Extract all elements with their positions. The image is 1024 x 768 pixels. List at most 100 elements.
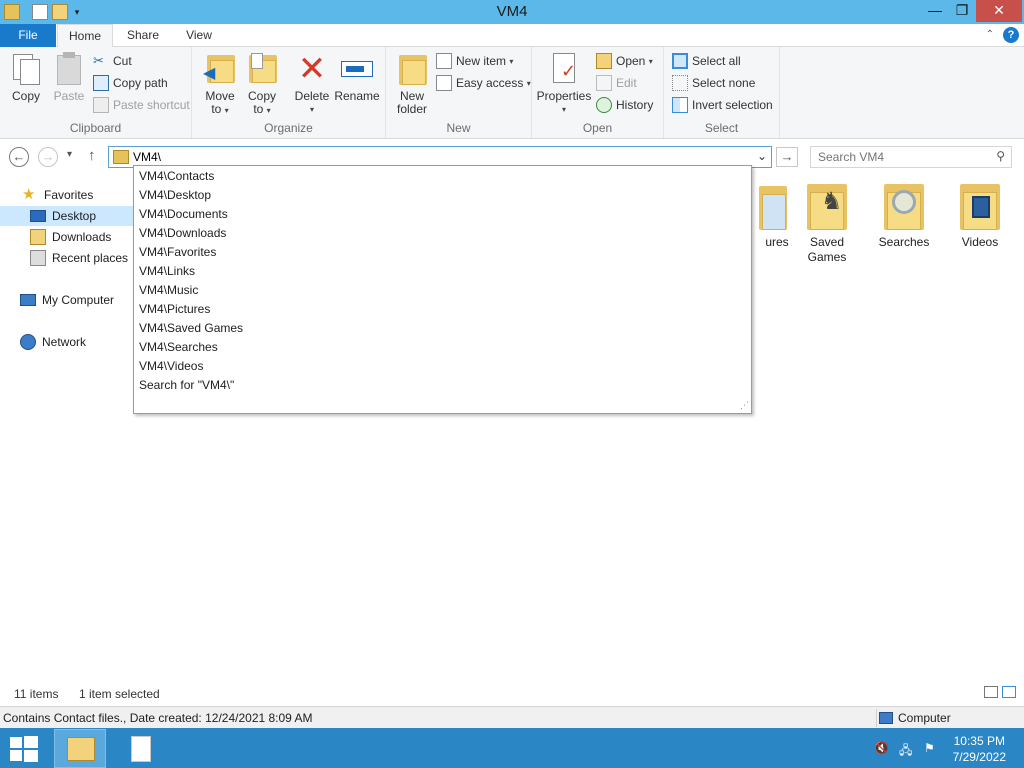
nav-my-computer[interactable]: My Computer: [0, 290, 152, 310]
saved-games-label-2: Games: [807, 250, 847, 264]
back-button[interactable]: ←: [9, 147, 29, 167]
suggestion-item[interactable]: VM4\Videos: [139, 357, 203, 376]
paste-shortcut-button[interactable]: Paste shortcut: [93, 95, 190, 115]
restore-button[interactable]: ❐: [949, 0, 975, 22]
go-button[interactable]: →: [776, 147, 798, 167]
suggestion-item[interactable]: VM4\Music: [139, 281, 198, 300]
folder-item-videos[interactable]: Videos: [945, 182, 1015, 250]
nav-desktop[interactable]: Desktop: [0, 206, 152, 226]
paste-button[interactable]: Paste: [50, 51, 88, 103]
properties-button[interactable]: ✓ Properties ▾: [536, 51, 592, 116]
copy-path-button[interactable]: Copy path: [93, 73, 168, 93]
folder-item-saved-games[interactable]: ♞ Saved Games: [792, 182, 862, 265]
suggestion-item[interactable]: VM4\Favorites: [139, 243, 216, 262]
help-icon[interactable]: ?: [1003, 27, 1019, 43]
clipboard-group: Copy Paste ✂ Cut Copy path Paste shortcu…: [0, 47, 192, 138]
view-toggle: [980, 686, 1016, 698]
copy-to-dropdown-icon: ▾: [266, 106, 271, 115]
taskbar-file-explorer[interactable]: [54, 729, 106, 768]
volume-muted-icon[interactable]: 🔇: [874, 741, 890, 755]
delete-button[interactable]: ✕ Delete ▾: [292, 51, 332, 116]
tab-view[interactable]: View: [174, 24, 224, 47]
suggestion-item[interactable]: VM4\Desktop: [139, 186, 211, 205]
paste-label: Paste: [53, 89, 85, 103]
nav-downloads[interactable]: Downloads: [0, 227, 152, 247]
open-dropdown-icon: ▾: [648, 56, 653, 66]
address-input[interactable]: [133, 149, 733, 165]
folder-item-searches[interactable]: Searches: [869, 182, 939, 250]
tab-home[interactable]: Home: [57, 24, 113, 48]
large-icons-view-icon[interactable]: [1002, 686, 1016, 698]
suggestion-item[interactable]: VM4\Downloads: [139, 224, 226, 243]
paste-icon: [52, 51, 86, 87]
invert-selection-icon: [672, 97, 688, 113]
resize-grip-icon[interactable]: ⋰: [740, 400, 749, 411]
details-view-icon[interactable]: [984, 686, 998, 698]
nav-recent-places[interactable]: Recent places: [0, 248, 152, 268]
start-windows-icon[interactable]: [10, 736, 38, 762]
copy-label: Copy: [11, 89, 40, 103]
nav-network[interactable]: Network: [0, 332, 152, 352]
copy-to-button[interactable]: Copy to ▾: [244, 51, 280, 117]
select-none-button[interactable]: Select none: [672, 73, 755, 93]
clock-time: 10:35 PM: [953, 734, 1005, 748]
suggestion-item[interactable]: VM4\Searches: [139, 338, 218, 357]
edit-button[interactable]: Edit: [596, 73, 637, 93]
taskbar-document[interactable]: [116, 729, 168, 768]
forward-button[interactable]: →: [38, 147, 58, 167]
network-tray-icon[interactable]: 🖧: [899, 741, 915, 757]
clock[interactable]: 10:35 PM 7/29/2022: [953, 733, 1006, 765]
move-to-label-2: to: [211, 102, 222, 116]
new-item-button[interactable]: New item ▾: [436, 51, 513, 71]
open-folder-icon: [596, 53, 612, 69]
minimize-ribbon-chevron-icon[interactable]: ⌃: [986, 29, 994, 40]
clock-date: 7/29/2022: [952, 750, 1006, 764]
up-button[interactable]: ↑: [88, 147, 96, 164]
recent-locations-chevron-icon[interactable]: ▾: [67, 149, 72, 160]
select-group: Select all Select none Invert selection …: [664, 47, 780, 138]
search-icon[interactable]: ⚲: [996, 149, 1005, 163]
nav-favorites[interactable]: ★ Favorites: [0, 185, 152, 205]
invert-selection-button[interactable]: Invert selection: [672, 95, 773, 115]
search-box[interactable]: ⚲: [810, 146, 1012, 168]
open-button[interactable]: Open ▾: [596, 51, 653, 71]
easy-access-button[interactable]: Easy access ▾: [436, 73, 531, 93]
action-center-icon[interactable]: ⚑: [924, 741, 940, 755]
nav-desktop-label: Desktop: [52, 209, 97, 223]
address-autocomplete-dropdown: VM4\Contacts VM4\Desktop VM4\Documents V…: [133, 165, 752, 414]
computer-icon: [20, 294, 36, 306]
select-all-button[interactable]: Select all: [672, 51, 741, 71]
suggestion-item[interactable]: VM4\Saved Games: [139, 319, 243, 338]
suggestion-item[interactable]: VM4\Links: [139, 262, 195, 281]
rename-button[interactable]: Rename: [334, 51, 380, 103]
taskbar: 🔇 🖧 ⚑ 10:35 PM 7/29/2022: [0, 728, 1024, 768]
new-item-dropdown-icon: ▾: [509, 56, 514, 66]
videos-folder-icon: [958, 182, 1002, 232]
tab-file[interactable]: File: [0, 24, 56, 47]
new-folder-label-2: folder: [396, 102, 428, 116]
close-button[interactable]: ✕: [976, 0, 1022, 22]
paste-shortcut-icon: [93, 97, 109, 113]
search-for-suggestion[interactable]: Search for "VM4\": [139, 376, 234, 395]
copy-to-icon: [245, 51, 279, 87]
new-folder-icon: [395, 51, 429, 87]
edit-icon: [596, 75, 612, 91]
new-folder-button[interactable]: New folder: [394, 51, 430, 116]
ribbon-tab-bar: File Home Share View ⌃ ?: [0, 24, 1024, 48]
suggestion-item[interactable]: VM4\Documents: [139, 205, 228, 224]
history-button[interactable]: History: [596, 95, 653, 115]
ribbon: Copy Paste ✂ Cut Copy path Paste shortcu…: [0, 47, 1024, 139]
organize-group-label: Organize: [264, 121, 313, 135]
cut-button[interactable]: ✂ Cut: [93, 51, 132, 71]
address-dropdown-chevron-icon[interactable]: ⌄: [757, 149, 767, 163]
open-group: ✓ Properties ▾ Open ▾ Edit History Open: [532, 47, 664, 138]
saved-games-label-1: Saved: [809, 235, 845, 249]
tab-share[interactable]: Share: [118, 24, 168, 47]
suggestion-item[interactable]: VM4\Contacts: [139, 167, 214, 186]
search-input[interactable]: [818, 149, 983, 165]
network-icon: [20, 334, 36, 350]
minimize-button[interactable]: —: [922, 0, 948, 22]
copy-button[interactable]: Copy: [6, 51, 46, 103]
suggestion-item[interactable]: VM4\Pictures: [139, 300, 210, 319]
move-to-button[interactable]: ◀ Move to ▾: [202, 51, 238, 117]
